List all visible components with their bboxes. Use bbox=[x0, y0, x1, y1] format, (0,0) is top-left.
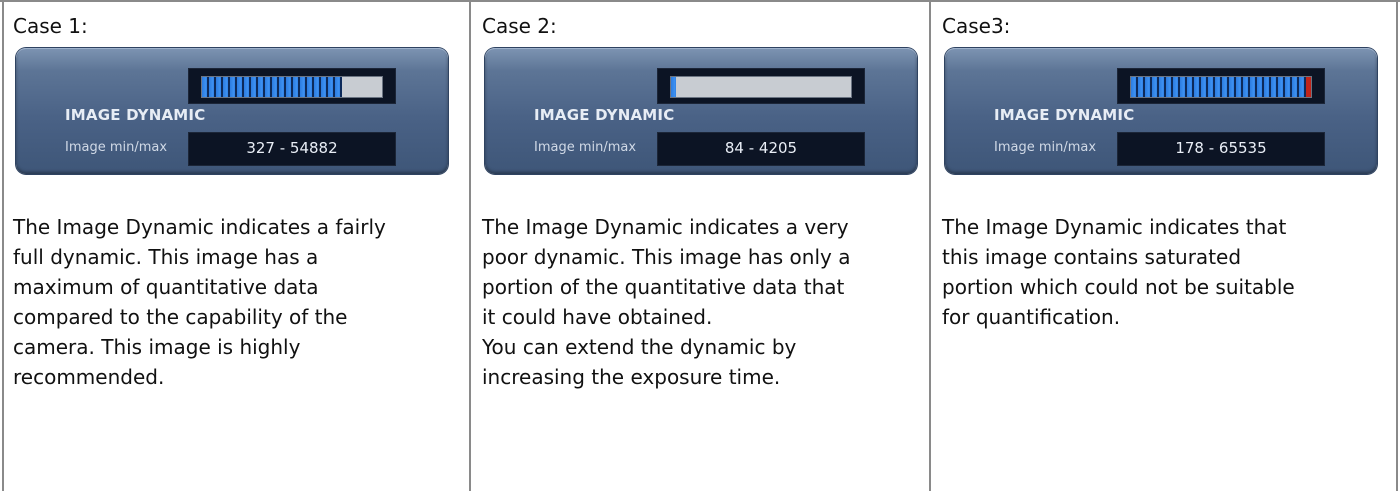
minmax-value: 327 - 54882 bbox=[246, 139, 338, 157]
dynamic-meter-track bbox=[1130, 76, 1312, 98]
case-description: The Image Dynamic indicates that this im… bbox=[942, 212, 1295, 332]
panel-header: IMAGE DYNAMIC bbox=[994, 106, 1135, 124]
minmax-label: Image min/max bbox=[534, 140, 637, 155]
description-line: The Image Dynamic indicates a very bbox=[482, 215, 849, 239]
case-3-cell: Case3: IMAGE DYNAMIC Image min/max 178 -… bbox=[942, 0, 1387, 491]
description-line: You can extend the dynamic by bbox=[482, 335, 797, 359]
table-right-border bbox=[1396, 0, 1398, 491]
image-dynamic-panel: IMAGE DYNAMIC Image min/max 327 - 54882 bbox=[16, 48, 448, 174]
dynamic-meter bbox=[1117, 68, 1325, 104]
minmax-value: 84 - 4205 bbox=[724, 139, 798, 157]
column-divider-1 bbox=[469, 0, 471, 491]
minmax-readout: 178 - 65535 bbox=[1117, 132, 1325, 166]
minmax-readout: 84 - 4205 bbox=[657, 132, 865, 166]
description-line: this image contains saturated bbox=[942, 245, 1242, 269]
description-line: The Image Dynamic indicates a fairly bbox=[13, 215, 386, 239]
image-dynamic-panel: IMAGE DYNAMIC Image min/max 84 - 4205 bbox=[485, 48, 917, 174]
description-line: maximum of quantitative data bbox=[13, 275, 319, 299]
dynamic-meter-track bbox=[670, 76, 852, 98]
description-line: it could have obtained. bbox=[482, 305, 713, 329]
description-line: camera. This image is highly bbox=[13, 335, 301, 359]
minmax-readout: 327 - 54882 bbox=[188, 132, 396, 166]
dynamic-meter-track bbox=[201, 76, 383, 98]
description-line: The Image Dynamic indicates that bbox=[942, 215, 1287, 239]
description-line: increasing the exposure time. bbox=[482, 365, 781, 389]
minmax-label: Image min/max bbox=[65, 140, 168, 155]
panel-header: IMAGE DYNAMIC bbox=[534, 106, 675, 124]
image-dynamic-panel: IMAGE DYNAMIC Image min/max 178 - 65535 bbox=[945, 48, 1377, 174]
minmax-value: 178 - 65535 bbox=[1175, 139, 1267, 157]
saturation-indicator bbox=[1306, 77, 1311, 97]
column-divider-2 bbox=[929, 0, 931, 491]
comparison-table: Case 1: IMAGE DYNAMIC Image min/max 327 … bbox=[0, 0, 1400, 491]
case-title: Case 2: bbox=[482, 14, 557, 38]
dynamic-meter-fill bbox=[202, 77, 342, 97]
description-line: portion of the quantitative data that bbox=[482, 275, 845, 299]
dynamic-meter-fill bbox=[671, 77, 676, 97]
case-description: The Image Dynamic indicates a very poor … bbox=[482, 212, 850, 392]
case-description: The Image Dynamic indicates a fairly ful… bbox=[13, 212, 386, 392]
case-title: Case 1: bbox=[13, 14, 88, 38]
description-line: for quantification. bbox=[942, 305, 1121, 329]
dynamic-meter bbox=[657, 68, 865, 104]
description-line: full dynamic. This image has a bbox=[13, 245, 319, 269]
case-1-cell: Case 1: IMAGE DYNAMIC Image min/max 327 … bbox=[13, 0, 463, 491]
case-2-cell: Case 2: IMAGE DYNAMIC Image min/max 84 -… bbox=[482, 0, 922, 491]
minmax-label: Image min/max bbox=[994, 140, 1097, 155]
table-left-border bbox=[2, 0, 4, 491]
panel-header: IMAGE DYNAMIC bbox=[65, 106, 206, 124]
description-line: portion which could not be suitable bbox=[942, 275, 1295, 299]
dynamic-meter bbox=[188, 68, 396, 104]
description-line: recommended. bbox=[13, 365, 165, 389]
description-line: poor dynamic. This image has only a bbox=[482, 245, 851, 269]
description-line: compared to the capability of the bbox=[13, 305, 348, 329]
dynamic-meter-fill bbox=[1131, 77, 1306, 97]
case-title: Case3: bbox=[942, 14, 1011, 38]
